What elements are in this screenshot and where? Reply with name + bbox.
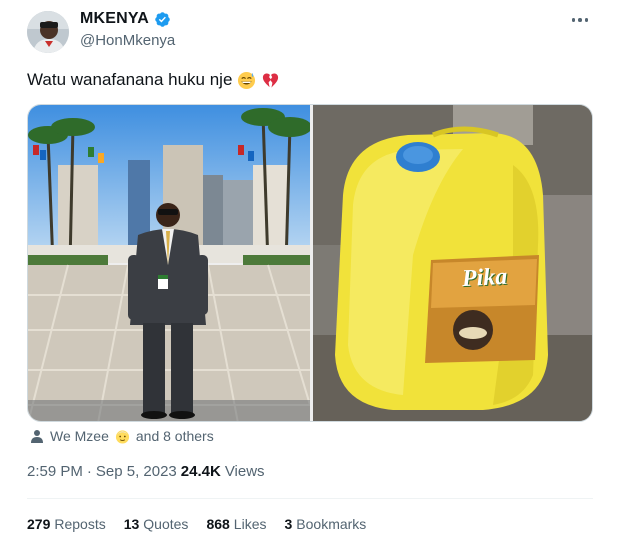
- tagged-first-user[interactable]: We Mzee: [50, 428, 109, 444]
- likes-stat[interactable]: 868 Likes: [206, 516, 266, 532]
- person-icon: [30, 429, 44, 443]
- author-handle[interactable]: @HonMkenya: [80, 32, 175, 49]
- avatar[interactable]: [27, 11, 69, 53]
- broken-heart-emoji-icon: [261, 71, 280, 90]
- tweet-text-body: Watu wanafanana huku nje: [27, 70, 233, 89]
- bookmarks-count: 3: [284, 516, 293, 532]
- quotes-stat[interactable]: 13 Quotes: [124, 516, 189, 532]
- more-options-icon[interactable]: [568, 10, 592, 30]
- bookmarks-label: Bookmarks: [296, 516, 367, 532]
- likes-count: 868: [206, 516, 230, 532]
- divider: [27, 498, 593, 499]
- engagement-stats: 279 Reposts 13 Quotes 868 Likes 3 Bookma…: [27, 516, 384, 532]
- meta-separator: ·: [86, 463, 92, 480]
- tweet-date[interactable]: Sep 5, 2023: [96, 463, 177, 480]
- reposts-count: 279: [27, 516, 51, 532]
- tweet-time[interactable]: 2:59 PM: [27, 463, 83, 480]
- media-grid[interactable]: Pika: [27, 104, 593, 422]
- quotes-count: 13: [123, 516, 140, 532]
- views-label: Views: [224, 463, 265, 480]
- tweet-meta: 2:59 PM · Sep 5, 2023 24.4K Views: [27, 463, 265, 480]
- display-name[interactable]: MKENYA: [80, 10, 149, 28]
- grinning-sweat-emoji-icon: [237, 71, 256, 90]
- yellow-pika-jerrycan-photo[interactable]: Pika: [313, 105, 592, 421]
- jerrycan-label-text: Pika: [461, 263, 508, 293]
- reposts-label: Reposts: [54, 516, 106, 532]
- old-man-emoji-icon: [115, 429, 130, 444]
- likes-label: Likes: [233, 516, 267, 532]
- tagged-others[interactable]: and 8 others: [136, 428, 214, 444]
- tweet-card: MKENYA @HonMkenya Watu wanafanana huku n…: [0, 0, 617, 546]
- tweet-text: Watu wanafanana huku nje: [27, 70, 280, 90]
- verified-badge-icon: [154, 11, 171, 28]
- tagged-users[interactable]: We Mzee and 8 others: [30, 428, 214, 444]
- man-in-suit-photo[interactable]: [28, 105, 310, 421]
- quotes-label: Quotes: [143, 516, 189, 532]
- reposts-stat[interactable]: 279 Reposts: [27, 516, 106, 532]
- views-count: 24.4K: [180, 463, 221, 480]
- bookmarks-stat[interactable]: 3 Bookmarks: [284, 516, 366, 532]
- author-name-row: MKENYA: [80, 10, 171, 28]
